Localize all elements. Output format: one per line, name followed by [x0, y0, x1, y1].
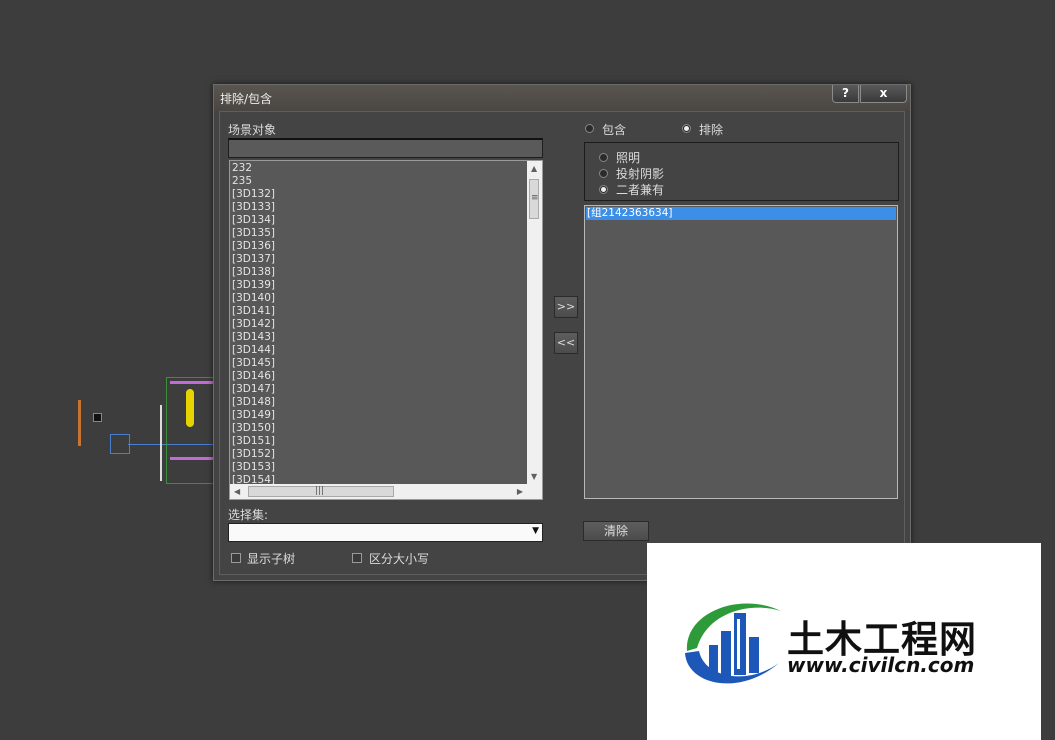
- vertical-scroll-thumb[interactable]: ≡: [529, 179, 539, 219]
- list-item[interactable]: [3D151]: [232, 435, 526, 448]
- grip-icon: |||: [315, 486, 325, 496]
- scroll-down-icon[interactable]: ▼: [531, 472, 537, 481]
- illumination-radio[interactable]: [599, 153, 608, 162]
- shadow-casting-radio[interactable]: [599, 169, 608, 178]
- show-subtree-label: 显示子树: [247, 552, 296, 566]
- vertical-scrollbar[interactable]: ▲ ≡ ▼: [527, 161, 542, 484]
- list-item[interactable]: [3D144]: [232, 344, 526, 357]
- scroll-corner: [527, 484, 542, 499]
- list-item[interactable]: [3D135]: [232, 227, 526, 240]
- excluded-objects-list[interactable]: [组2142363634]: [584, 205, 898, 499]
- both-radio[interactable]: [599, 185, 608, 194]
- case-sensitive-checkbox[interactable]: [352, 553, 362, 563]
- close-button[interactable]: x: [860, 85, 907, 103]
- exclude-radio[interactable]: [682, 124, 691, 133]
- horizontal-scroll-thumb[interactable]: |||: [248, 486, 394, 497]
- list-item[interactable]: 232: [232, 162, 526, 175]
- both-label: 二者兼有: [616, 183, 665, 197]
- list-item[interactable]: [3D148]: [232, 396, 526, 409]
- remove-from-list-button[interactable]: <<: [554, 332, 578, 354]
- civilcn-logo-icon: [685, 603, 781, 684]
- include-radio[interactable]: [585, 124, 594, 133]
- scene-line: [170, 381, 216, 384]
- scene-line: [170, 457, 216, 460]
- list-item[interactable]: 235: [232, 175, 526, 188]
- list-item[interactable]: [3D145]: [232, 357, 526, 370]
- clear-button[interactable]: 清除: [583, 521, 649, 541]
- illumination-label: 照明: [616, 151, 641, 165]
- scene-yellow-object: [186, 389, 194, 427]
- list-item[interactable]: [3D139]: [232, 279, 526, 292]
- selection-set-dropdown[interactable]: ▼: [228, 523, 543, 542]
- list-item[interactable]: [3D142]: [232, 318, 526, 331]
- list-item[interactable]: [3D138]: [232, 266, 526, 279]
- shadow-casting-label: 投射阴影: [616, 167, 665, 181]
- list-item[interactable]: [3D133]: [232, 201, 526, 214]
- viewport-scene: [70, 375, 230, 490]
- include-label: 包含: [602, 123, 627, 137]
- effect-options-group: 照明 投射阴影 二者兼有: [584, 142, 899, 201]
- list-item[interactable]: [3D134]: [232, 214, 526, 227]
- watermark-panel: 土木工程网 www.civilcn.com: [647, 543, 1041, 740]
- chevron-down-icon: ▼: [532, 526, 539, 536]
- dialog-title: 排除/包含: [220, 92, 273, 106]
- grip-icon: ≡: [531, 193, 539, 203]
- list-item[interactable]: [3D153]: [232, 461, 526, 474]
- scene-line: [78, 400, 81, 446]
- list-item[interactable]: [3D143]: [232, 331, 526, 344]
- title-bar[interactable]: 排除/包含 ? x: [214, 85, 910, 111]
- exclude-label: 排除: [699, 123, 724, 137]
- scene-target-square: [110, 434, 130, 454]
- horizontal-scrollbar[interactable]: ◀ ||| ▶: [230, 484, 527, 499]
- list-item-selected[interactable]: [组2142363634]: [586, 207, 896, 220]
- scene-objects-list[interactable]: 232 235 [3D132] [3D133] [3D134] [3D135] [3D136…: [229, 160, 543, 500]
- scene-filter-input[interactable]: [228, 138, 543, 158]
- scene-line: [160, 405, 162, 481]
- scene-objects-items: 232 235 [3D132] [3D133] [3D134] [3D135] [3D136…: [232, 162, 526, 487]
- list-item[interactable]: [3D132]: [232, 188, 526, 201]
- list-item[interactable]: [3D140]: [232, 292, 526, 305]
- list-item[interactable]: [3D141]: [232, 305, 526, 318]
- watermark-url: www.civilcn.com: [787, 653, 975, 677]
- exclude-include-dialog: 排除/包含 ? x 场景对象 232 235 [3D132] [3D133] [3D13…: [213, 84, 911, 581]
- list-item[interactable]: [3D147]: [232, 383, 526, 396]
- selection-set-label: 选择集:: [228, 508, 269, 522]
- scene-light-marker: [93, 413, 102, 422]
- list-item[interactable]: [3D146]: [232, 370, 526, 383]
- list-item[interactable]: [3D149]: [232, 409, 526, 422]
- case-sensitive-label: 区分大小写: [369, 552, 430, 566]
- list-item[interactable]: [3D137]: [232, 253, 526, 266]
- help-button[interactable]: ?: [832, 85, 859, 103]
- scroll-left-icon[interactable]: ◀: [234, 487, 240, 496]
- list-item[interactable]: [3D136]: [232, 240, 526, 253]
- add-to-list-button[interactable]: >>: [554, 296, 578, 318]
- list-item[interactable]: [3D152]: [232, 448, 526, 461]
- scroll-right-icon[interactable]: ▶: [517, 487, 523, 496]
- list-item[interactable]: [3D150]: [232, 422, 526, 435]
- show-subtree-checkbox[interactable]: [231, 553, 241, 563]
- scroll-up-icon[interactable]: ▲: [531, 164, 537, 173]
- scene-objects-label: 场景对象: [228, 123, 277, 137]
